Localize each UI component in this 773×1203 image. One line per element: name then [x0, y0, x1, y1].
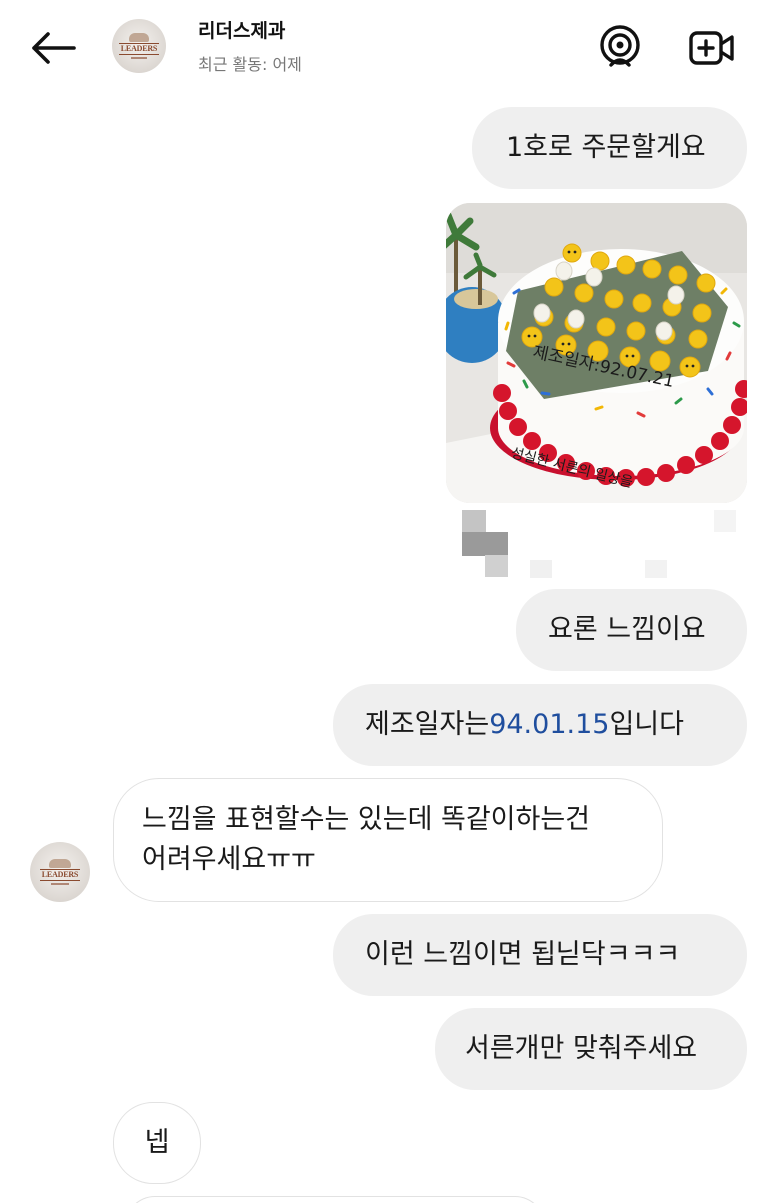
pixel-artifact	[462, 510, 486, 534]
chat-header: LEADERS 리더스제과 최근 활동: 어제	[0, 0, 773, 96]
video-call-icon	[689, 31, 734, 65]
message-outgoing[interactable]: 요론 느낌이요	[516, 589, 747, 671]
logo-underline	[51, 883, 69, 886]
message-line: 느낌을 표현할수는 있는데 똑같이하는건	[142, 804, 591, 835]
pixel-artifact	[485, 555, 508, 577]
cake-photo-image: 제조일자:92.07.21 성실한 서른의 일상을	[446, 203, 747, 503]
chat-title: 리더스제과	[198, 20, 286, 42]
message-line: 어려우세요ㅠㅠ	[142, 844, 316, 875]
date-number: 94.01.15	[489, 709, 610, 740]
message-text: 제조일자는	[365, 709, 490, 740]
pixel-artifact	[462, 532, 508, 556]
message-outgoing[interactable]: 1호로 주문할게요	[472, 107, 747, 189]
sender-avatar[interactable]: LEADERS	[30, 842, 90, 902]
message-incoming[interactable]: 느낌을 표현할수는 있는데 똑같이하는건 어려우세요ㅠㅠ	[113, 778, 663, 902]
chat-title-block[interactable]: 리더스제과 최근 활동: 어제	[198, 18, 302, 77]
logo-underline	[130, 56, 148, 59]
chef-hat-logo	[49, 858, 71, 869]
pixel-artifact	[714, 510, 736, 532]
back-button[interactable]	[28, 26, 78, 70]
activity-status: 최근 활동: 어제	[198, 55, 302, 74]
back-arrow-icon	[32, 32, 76, 64]
message-text: 입니다	[609, 709, 684, 740]
video-call-button[interactable]	[688, 24, 736, 72]
brand-logo-text: LEADERS	[39, 869, 81, 882]
message-outgoing[interactable]: 이런 느낌이면 됩닏닥ㅋㅋㅋ	[333, 914, 747, 996]
message-incoming-partial[interactable]	[125, 1196, 545, 1203]
message-outgoing[interactable]: 서른개만 맞춰주세요	[435, 1008, 747, 1090]
pixel-artifact	[645, 560, 667, 578]
audio-call-button[interactable]	[596, 24, 644, 72]
pixel-artifact	[530, 560, 552, 578]
profile-avatar[interactable]: LEADERS	[112, 19, 166, 73]
chef-hat-logo	[129, 33, 149, 42]
message-outgoing[interactable]: 제조일자는 94.01.15 입니다	[333, 684, 747, 766]
audio-call-icon	[600, 25, 640, 67]
shared-photo-cake[interactable]: 제조일자:92.07.21 성실한 서른의 일상을	[446, 203, 747, 503]
brand-logo-text: LEADERS	[118, 42, 160, 55]
message-incoming[interactable]: 넵	[113, 1102, 201, 1184]
